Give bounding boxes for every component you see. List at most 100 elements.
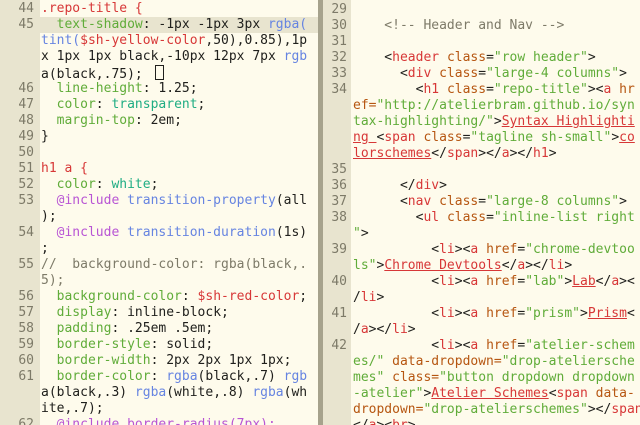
code-line[interactable]: ite,.7); — [0, 401, 318, 417]
code-text[interactable]: color: transparent; — [41, 97, 318, 113]
code-line[interactable]: mes" class="button dropdown dropdown — [323, 370, 640, 386]
code-text[interactable]: <div class="large-4 columns"> — [353, 66, 640, 82]
left-editor-pane[interactable]: 44 .repo-title {45 text-shadow: -1px -1px… — [0, 0, 318, 425]
code-line[interactable]: 29 — [323, 2, 640, 18]
code-text[interactable]: background-color: $sh-red-color; — [41, 289, 318, 305]
code-line[interactable]: 5); — [0, 273, 318, 289]
code-text[interactable]: ; — [41, 241, 318, 257]
code-line[interactable]: a(black,.3) rgba(white,.8) rgba(wh — [0, 385, 318, 401]
code-text[interactable] — [353, 2, 640, 18]
code-line[interactable]: 40 <li><a href="lab">Lab</a>< — [323, 274, 640, 290]
code-editor[interactable]: 44 .repo-title {45 text-shadow: -1px -1px… — [0, 0, 640, 425]
code-text[interactable]: tax-highlighting/">Syntax Highlighti — [353, 114, 640, 130]
code-text[interactable]: a(black,.75); — [41, 65, 318, 81]
code-line[interactable]: ; — [0, 241, 318, 257]
code-text[interactable]: <h1 class="repo-title"><a hr — [353, 82, 640, 98]
code-line[interactable]: 34 <h1 class="repo-title"><a hr — [323, 82, 640, 98]
code-line[interactable]: 47 color: transparent; — [0, 97, 318, 113]
code-line[interactable]: 42 <li><a href="atelier-schem — [323, 338, 640, 354]
code-line[interactable]: 31 — [323, 34, 640, 50]
code-text[interactable]: margin-top: 2em; — [41, 113, 318, 129]
code-line[interactable]: 44 .repo-title { — [0, 1, 318, 17]
code-line[interactable]: x 1px 1px black,-10px 12px 7px rgb — [0, 49, 318, 65]
code-text[interactable]: <li><a href="chrome-devtoo — [353, 242, 640, 258]
code-text[interactable]: ite,.7); — [41, 401, 318, 417]
code-line[interactable]: 58 padding: .25em .5em; — [0, 321, 318, 337]
code-text[interactable]: ); — [41, 209, 318, 225]
code-line[interactable]: 56 background-color: $sh-red-color; — [0, 289, 318, 305]
code-line[interactable]: 32 <header class="row header"> — [323, 50, 640, 66]
code-line[interactable]: ng <span class="tagline sh-small">co — [323, 130, 640, 146]
code-line[interactable]: 45 text-shadow: -1px -1px 3px rgba( — [0, 17, 318, 33]
code-text[interactable]: .repo-title { — [41, 1, 318, 17]
code-text[interactable]: text-shadow: -1px -1px 3px rgba( — [41, 17, 318, 33]
code-line[interactable]: 62 @include border-radius(7px); — [0, 417, 318, 425]
code-text[interactable]: /a></li> — [353, 322, 640, 338]
code-line[interactable]: </a><br> — [323, 418, 640, 425]
code-line[interactable]: 37 <nav class="large-8 columns"> — [323, 194, 640, 210]
code-line[interactable]: 30 <!-- Header and Nav --> — [323, 18, 640, 34]
code-line[interactable]: 46 line-height: 1.25; — [0, 81, 318, 97]
code-text[interactable]: ef="http://atelierbram.github.io/syn — [353, 98, 640, 114]
code-text[interactable]: ng <span class="tagline sh-small">co — [353, 130, 640, 146]
code-line[interactable]: 59 border-style: solid; — [0, 337, 318, 353]
code-text[interactable]: /li> — [353, 290, 640, 306]
code-text[interactable]: <header class="row header"> — [353, 50, 640, 66]
code-line[interactable]: 48 margin-top: 2em; — [0, 113, 318, 129]
code-text[interactable]: dropdown="drop-atelierschemes"></span> — [353, 402, 640, 418]
code-line[interactable]: 33 <div class="large-4 columns"> — [323, 66, 640, 82]
code-text[interactable] — [353, 34, 640, 50]
code-line[interactable]: es/" data-dropdown="drop-ateliersche — [323, 354, 640, 370]
code-text[interactable] — [41, 145, 318, 161]
code-line[interactable]: 55 // background-color: rgba(black,. — [0, 257, 318, 273]
code-text[interactable]: ls">Chrome Devtools</a></li> — [353, 258, 640, 274]
code-line[interactable]: 57 display: inline-block; — [0, 305, 318, 321]
code-text[interactable]: </div> — [353, 178, 640, 194]
code-line[interactable]: ); — [0, 209, 318, 225]
code-text[interactable] — [353, 162, 640, 178]
code-line[interactable]: 51 h1 a { — [0, 161, 318, 177]
code-line[interactable]: 53 @include transition-property(all — [0, 193, 318, 209]
code-text[interactable]: <li><a href="atelier-schem — [353, 338, 640, 354]
code-text[interactable]: es/" data-dropdown="drop-ateliersche — [353, 354, 640, 370]
code-line[interactable]: /li> — [323, 290, 640, 306]
code-text[interactable]: h1 a { — [41, 161, 318, 177]
code-line[interactable]: 49} — [0, 129, 318, 145]
code-line[interactable]: ls">Chrome Devtools</a></li> — [323, 258, 640, 274]
code-text[interactable]: @include transition-property(all — [41, 193, 318, 209]
code-text[interactable]: tint($sh-yellow-color,50),0.85),1p — [41, 33, 318, 49]
code-text[interactable]: // background-color: rgba(black,. — [41, 257, 318, 273]
code-line[interactable]: lorschemes</span></a></h1> — [323, 146, 640, 162]
code-text[interactable]: color: white; — [41, 177, 318, 193]
code-text[interactable]: <li><a href="prism">Prism< — [353, 306, 640, 322]
code-text[interactable]: <ul class="inline-list right — [353, 210, 640, 226]
code-text[interactable]: </a><br> — [353, 418, 640, 425]
code-text[interactable]: <nav class="large-8 columns"> — [353, 194, 640, 210]
code-text[interactable]: a(black,.3) rgba(white,.8) rgba(wh — [41, 385, 318, 401]
code-line[interactable]: 60 border-width: 2px 2px 1px 1px; — [0, 353, 318, 369]
code-line[interactable]: 61 border-color: rgba(black,.7) rgb — [0, 369, 318, 385]
code-text[interactable]: lorschemes</span></a></h1> — [353, 146, 640, 162]
code-line[interactable]: dropdown="drop-atelierschemes"></span> — [323, 402, 640, 418]
code-line[interactable]: tax-highlighting/">Syntax Highlighti — [323, 114, 640, 130]
code-text[interactable]: <!-- Header and Nav --> — [353, 18, 640, 34]
code-line[interactable]: 41 <li><a href="prism">Prism< — [323, 306, 640, 322]
code-text[interactable]: <li><a href="lab">Lab</a>< — [353, 274, 640, 290]
code-line[interactable]: 54 @include transition-duration(1s) — [0, 225, 318, 241]
code-text[interactable]: border-width: 2px 2px 1px 1px; — [41, 353, 318, 369]
code-line[interactable]: 35 — [323, 162, 640, 178]
code-text[interactable]: line-height: 1.25; — [41, 81, 318, 97]
code-line[interactable]: a(black,.75); — [0, 65, 318, 81]
code-text[interactable]: border-color: rgba(black,.7) rgb — [41, 369, 318, 385]
code-line[interactable]: tint($sh-yellow-color,50),0.85),1p — [0, 33, 318, 49]
code-line[interactable]: 50 — [0, 145, 318, 161]
code-text[interactable]: "> — [353, 226, 640, 242]
code-text[interactable]: -atelier">Atelier Schemes<span data- — [353, 386, 640, 402]
code-line[interactable]: -atelier">Atelier Schemes<span data- — [323, 386, 640, 402]
code-line[interactable]: 52 color: white; — [0, 177, 318, 193]
code-text[interactable]: } — [41, 129, 318, 145]
code-line[interactable]: 39 <li><a href="chrome-devtoo — [323, 242, 640, 258]
code-text[interactable]: @include border-radius(7px); — [41, 417, 318, 425]
code-text[interactable]: padding: .25em .5em; — [41, 321, 318, 337]
code-line[interactable]: "> — [323, 226, 640, 242]
